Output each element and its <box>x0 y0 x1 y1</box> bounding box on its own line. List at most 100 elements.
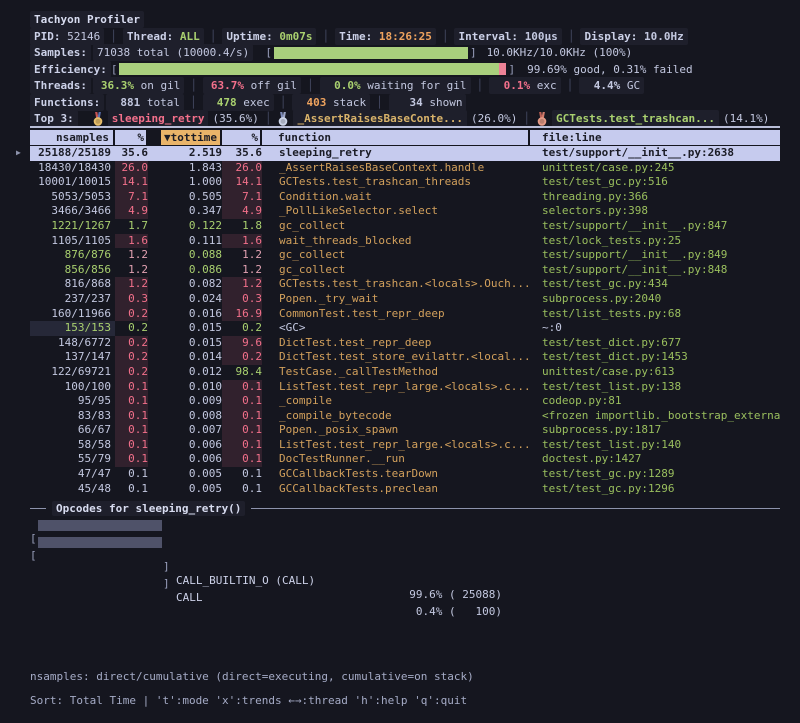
opcode-name: CALL_BUILTIN_O (CALL) <box>176 574 315 588</box>
cell-nsamples: 58/58 <box>30 438 115 453</box>
cell-pct-cumulative: 0.1 <box>222 409 262 424</box>
table-row[interactable]: 1221/12671.70.1221.8gc_collecttest/suppo… <box>30 219 780 234</box>
cell-pct-direct: 0.1 <box>115 438 148 453</box>
table-row[interactable]: 66/670.10.0070.1Popen._posix_spawnsubpro… <box>30 423 780 438</box>
top3-entries: sleeping_retry(35.6%)│_AssertRaisesBaseC… <box>92 110 770 127</box>
header-cell-pct-direct[interactable]: % <box>115 130 146 145</box>
cell-tottime: 0.014 <box>148 350 222 365</box>
table-row[interactable]: 95/950.10.0090.1_compilecodeop.py:81 <box>30 394 780 409</box>
uptime-label: Uptime: <box>226 30 272 43</box>
cell-pct-cumulative: 0.2 <box>222 321 262 336</box>
table-row[interactable]: 1105/11051.60.1111.6wait_threads_blocked… <box>30 234 780 249</box>
opcode-row: [ ] CALL 0.4% ( 100) <box>30 535 780 550</box>
cell-file-line: test/support/__init__.py:847 <box>530 219 780 234</box>
header-cell-function[interactable]: function <box>262 130 528 145</box>
table-row[interactable]: 237/2370.30.0240.3Popen._try_waitsubproc… <box>30 292 780 307</box>
cell-pct-cumulative: 4.9 <box>222 204 262 219</box>
cell-tottime: 1.000 <box>148 175 222 190</box>
rule-line <box>251 508 780 510</box>
cell-function: <GC> <box>262 321 530 336</box>
bar-close-bracket: ] <box>470 45 477 60</box>
functions-segment-value: 34 <box>393 95 423 110</box>
cell-pct-direct: 0.1 <box>115 409 148 424</box>
cell-nsamples: 100/100 <box>30 380 115 395</box>
cell-pct-direct: 0.1 <box>115 452 148 467</box>
opcodes-title: Opcodes for sleeping_retry() <box>52 501 245 516</box>
threads-label: Threads: <box>30 77 91 94</box>
header-cell-file-line[interactable]: file:line <box>530 130 780 145</box>
bar-close-bracket: ] <box>163 577 170 591</box>
table-row[interactable]: 137/1470.20.0140.2DictTest.test_store_ev… <box>30 350 780 365</box>
cell-function: GCTests.test_trashcan_threads <box>262 175 530 190</box>
efficiency-good-segment <box>119 63 499 75</box>
cell-file-line: codeop.py:81 <box>530 394 780 409</box>
table-row[interactable]: 122/697210.20.01298.4TestCase._callTestM… <box>30 365 780 380</box>
cell-file-line: test/support/__init__.py:849 <box>530 248 780 263</box>
cell-nsamples: 1221/1267 <box>30 219 115 234</box>
cell-file-line: test/list_tests.py:68 <box>530 307 780 322</box>
opcode-row: [ ] CALL_BUILTIN_O (CALL) 99.6% ( 25088) <box>30 518 780 533</box>
time-value: 18:26:25 <box>379 30 432 43</box>
cell-nsamples: 3466/3466 <box>30 204 115 219</box>
cell-file-line: unittest/case.py:245 <box>530 161 780 176</box>
efficiency-summary: 99.69% good, 0.31% failed <box>527 62 693 77</box>
top3-entry-3: GCTests.test_trashcan...(14.1%) <box>536 110 769 127</box>
interval-value: 100μs <box>525 30 558 43</box>
table-row[interactable]: 47/470.10.0050.1GCCallbackTests.tearDown… <box>30 467 780 482</box>
table-row[interactable]: 856/8561.20.0861.2gc_collecttest/support… <box>30 263 780 278</box>
cell-file-line: test/test_gc.py:434 <box>530 277 780 292</box>
thread-segment-value: 36.3% <box>97 78 134 93</box>
header-cell-pct-cumulative[interactable]: % <box>222 130 260 145</box>
separator: │ <box>562 29 581 44</box>
cell-pct-cumulative: 98.4 <box>222 365 262 380</box>
cell-function: ListTest.test_repr_large.<locals>.c... <box>262 438 530 453</box>
cell-file-line: test/test_gc.py:1296 <box>530 482 780 497</box>
cell-file-line: doctest.py:1427 <box>530 452 780 467</box>
cell-function: _compile <box>262 394 530 409</box>
bar-open-bracket: [ <box>265 45 272 60</box>
cell-tottime: 0.005 <box>148 482 222 497</box>
sort-desc-indicator: ▼tottime <box>161 130 220 145</box>
table-row[interactable]: 160/119660.20.01616.9CommonTest.test_rep… <box>30 307 780 322</box>
cell-pct-cumulative: 0.1 <box>222 467 262 482</box>
table-row[interactable]: 45/480.10.0050.1GCCallbackTests.preclean… <box>30 482 780 497</box>
table-row[interactable]: 3466/34664.90.3474.9_PollLikeSelector.se… <box>30 204 780 219</box>
cell-nsamples: 148/6772 <box>30 336 115 351</box>
cell-tottime: 0.024 <box>148 292 222 307</box>
cell-file-line: subprocess.py:1817 <box>530 423 780 438</box>
table-row[interactable]: 55/790.10.0060.1DocTestRunner.__rundocte… <box>30 452 780 467</box>
uptime-value: 0m07s <box>279 30 312 43</box>
table-row[interactable]: 816/8681.20.0821.2GCTests.test_trashcan.… <box>30 277 780 292</box>
table-row[interactable]: 5053/50537.10.5057.1Condition.waitthread… <box>30 190 780 205</box>
table-row[interactable]: 18430/1843026.01.84326.0_AssertRaisesBas… <box>30 161 780 176</box>
header-cell-tottime[interactable]: ▼tottime <box>148 130 220 145</box>
cell-pct-cumulative: 9.6 <box>222 336 262 351</box>
cell-file-line: selectors.py:398 <box>530 204 780 219</box>
header-cell-nsamples[interactable]: nsamples <box>30 130 113 145</box>
display-label: Display: <box>584 30 637 43</box>
table-row[interactable]: ▶25188/2518935.62.51935.6sleeping_retryt… <box>30 146 780 161</box>
table-row[interactable]: 876/8761.20.0881.2gc_collecttest/support… <box>30 248 780 263</box>
samples-bar <box>274 47 468 59</box>
functions-label: Functions: <box>30 94 104 111</box>
cell-pct-direct: 0.3 <box>115 292 148 307</box>
time-group: Time: 18:26:25 <box>335 28 436 45</box>
table-row[interactable]: 153/1530.20.0150.2<GC>~:0 <box>30 321 780 336</box>
table-row[interactable]: 148/67720.20.0159.6DictTest.test_repr_de… <box>30 336 780 351</box>
samples-rate: 10.0KHz/10.0KHz (100%) <box>487 45 633 60</box>
functions-segment: 881 total <box>106 94 184 111</box>
cell-pct-direct: 0.1 <box>115 482 148 497</box>
samples-value: 71038 total (10000.4/s) <box>93 44 253 61</box>
cell-nsamples: 95/95 <box>30 394 115 409</box>
separator: │ <box>316 29 335 44</box>
cell-function: _compile_bytecode <box>262 409 530 424</box>
table-row[interactable]: 10001/1001514.11.00014.1GCTests.test_tra… <box>30 175 780 190</box>
thread-segment: 0.0% waiting for gil <box>320 77 471 94</box>
cell-tottime: 0.111 <box>148 234 222 249</box>
cell-function: DictTest.test_store_evilattr.<local... <box>262 350 530 365</box>
table-row[interactable]: 58/580.10.0060.1ListTest.test_repr_large… <box>30 438 780 453</box>
thread-group[interactable]: Thread: ALL <box>123 28 204 45</box>
table-row[interactable]: 83/830.10.0080.1_compile_bytecode<frozen… <box>30 409 780 424</box>
table-row[interactable]: 100/1000.10.0100.1ListTest.test_repr_lar… <box>30 380 780 395</box>
thread-segment-value: 0.1% <box>493 78 530 93</box>
